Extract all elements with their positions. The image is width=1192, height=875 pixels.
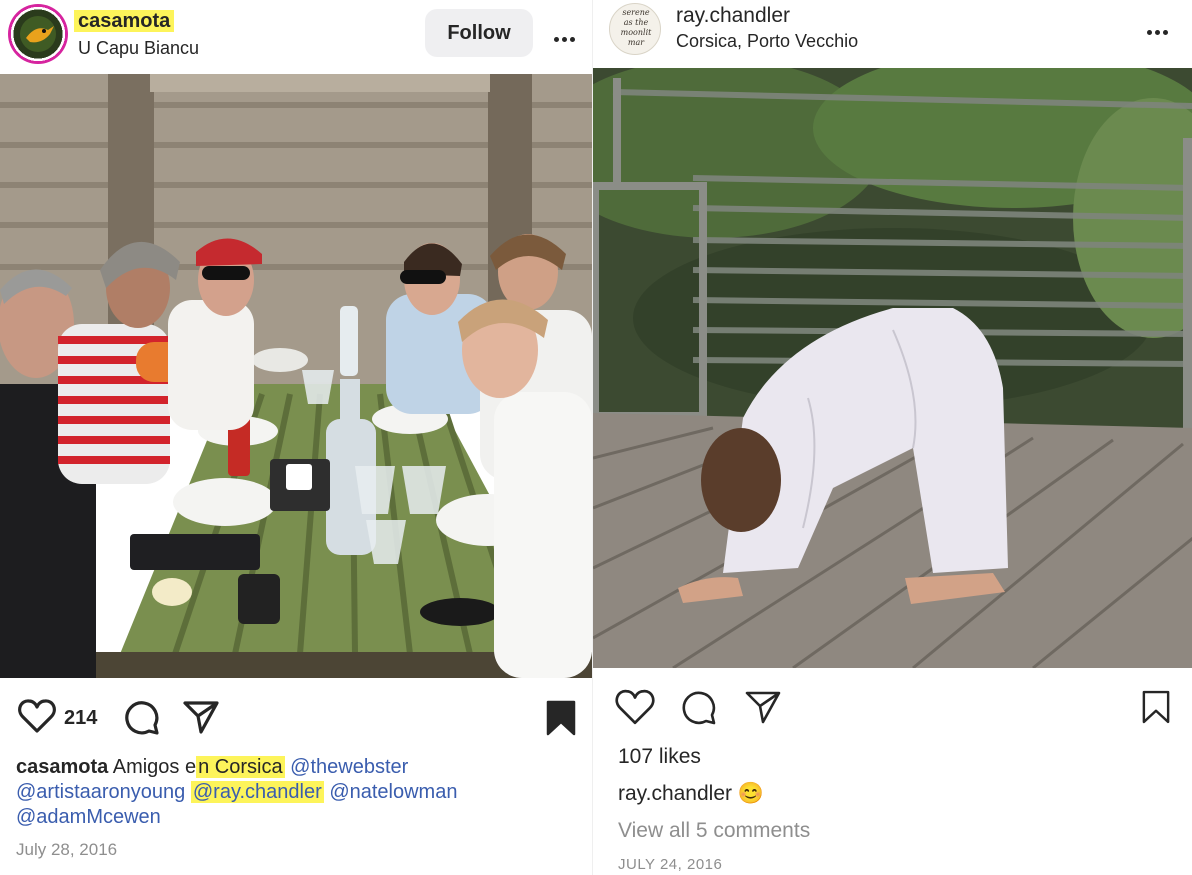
post-photo[interactable] — [593, 68, 1192, 668]
mention-thewebster[interactable]: @thewebster — [290, 756, 408, 778]
post-caption: casamota Amigos en Corsica @thewebster @… — [16, 755, 586, 830]
smile-emoji-icon: 😊 — [737, 782, 765, 805]
post-date: July 28, 2016 — [16, 840, 118, 859]
caption-author[interactable]: ray.chandler — [618, 782, 732, 805]
more-dots-icon[interactable] — [554, 29, 578, 47]
avatar-text-line: moonlit — [620, 28, 652, 37]
table-group-photo — [0, 74, 592, 678]
avatar[interactable]: serene as the moonlit mar — [609, 3, 661, 55]
follow-button[interactable]: Follow — [425, 9, 533, 57]
post-date: JULY 24, 2016 — [618, 856, 723, 873]
comment-bubble-icon[interactable] — [122, 698, 160, 741]
post-photo[interactable] — [0, 74, 592, 678]
bookmark-icon[interactable] — [1142, 690, 1170, 729]
post-caption: ray.chandler 😊 — [618, 782, 764, 806]
post-actions: 214 — [0, 690, 592, 746]
caption-highlight: n Corsica — [196, 756, 285, 778]
avatar-bird-image — [20, 16, 56, 52]
mention-adammcewen[interactable]: @adamMcewen — [16, 806, 161, 828]
post-header: casamota U Capu Biancu Follow — [0, 0, 592, 72]
post-casamota: casamota U Capu Biancu Follow 214 casamo… — [0, 0, 592, 875]
like-count[interactable]: 214 — [64, 707, 97, 730]
mention-artistaaronyoung[interactable]: @artistaaronyoung — [16, 781, 185, 803]
comment-bubble-icon[interactable] — [679, 688, 717, 731]
post-ray-chandler: serene as the moonlit mar ray.chandler C… — [592, 0, 1192, 875]
caption-text: Amigos e — [112, 756, 197, 778]
avatar-text-line: as the — [623, 18, 649, 27]
location[interactable]: U Capu Biancu — [78, 38, 199, 59]
username[interactable]: ray.chandler — [676, 4, 790, 28]
avatar-text-line: mar — [627, 38, 645, 47]
post-header: serene as the moonlit mar ray.chandler C… — [593, 0, 1192, 72]
view-comments-link[interactable]: View all 5 comments — [618, 819, 810, 843]
likes-count[interactable]: 107 likes — [618, 745, 701, 769]
post-actions — [593, 680, 1192, 736]
heart-icon[interactable] — [18, 698, 56, 739]
mention-natelowman[interactable]: @natelowman — [329, 781, 457, 803]
heart-icon[interactable] — [615, 688, 655, 731]
caption-author[interactable]: casamota — [16, 756, 108, 778]
avatar-text-line: serene — [622, 8, 650, 17]
paper-plane-icon[interactable] — [743, 688, 783, 731]
deck-child-photo — [593, 68, 1192, 668]
username-text[interactable]: casamota — [74, 10, 175, 32]
more-dots-icon[interactable] — [1147, 22, 1171, 40]
paper-plane-icon[interactable] — [182, 698, 220, 741]
location[interactable]: Corsica, Porto Vecchio — [676, 31, 858, 52]
avatar[interactable] — [8, 4, 68, 64]
mention-ray-chandler[interactable]: @ray.chandler — [190, 781, 324, 803]
bookmark-icon[interactable] — [546, 700, 576, 741]
username[interactable]: casamota — [74, 10, 175, 33]
